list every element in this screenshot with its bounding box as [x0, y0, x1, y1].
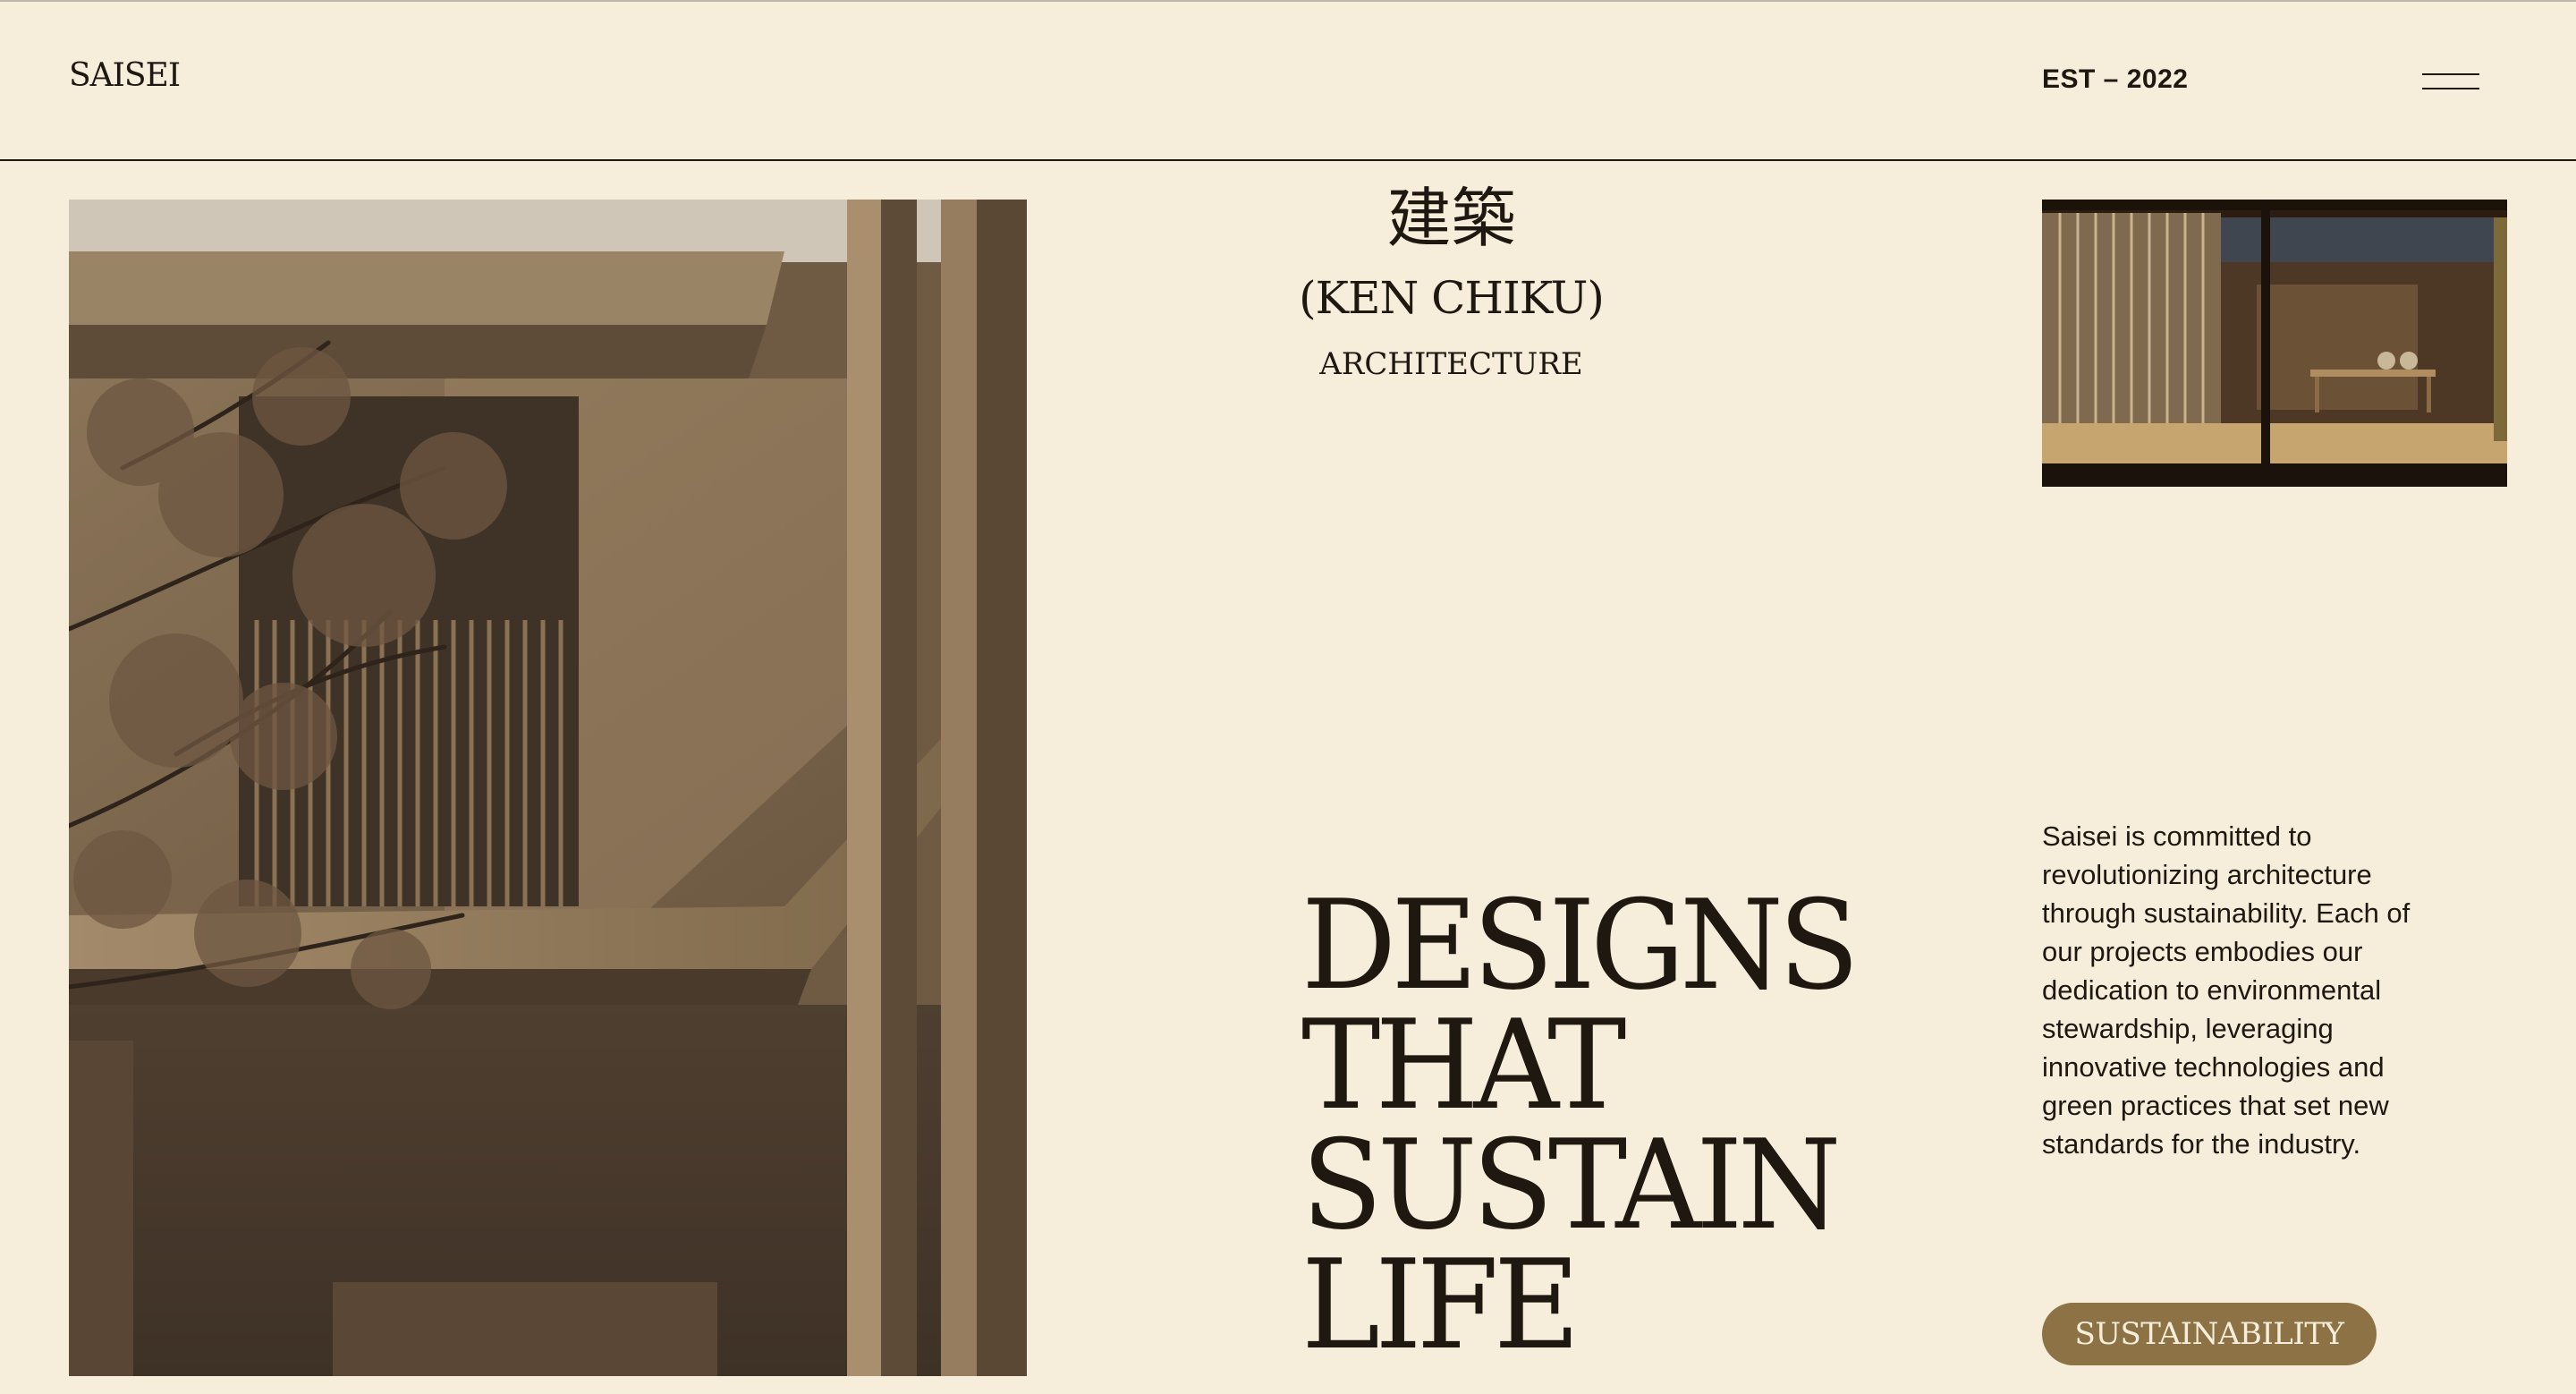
- japanese-title: 建築: [1386, 181, 1516, 256]
- hero-headline: DESIGNS THAT SUSTAIN LIFE: [1301, 873, 1919, 1377]
- romaji-title: (KEN CHIKU): [1299, 272, 1605, 324]
- established-label: EST – 2022: [2042, 64, 2189, 94]
- english-subtitle: ARCHITECTURE: [1319, 346, 1583, 382]
- headline-line: SUSTAIN: [1301, 1113, 1842, 1257]
- hamburger-menu-icon[interactable]: [2422, 70, 2479, 93]
- interior-thumbnail-image: [2042, 200, 2507, 487]
- site-header: SAISEI EST – 2022: [0, 0, 2576, 161]
- headline-line: LIFE: [1301, 1233, 1580, 1377]
- sustainability-button[interactable]: SUSTAINABILITY: [2042, 1303, 2377, 1365]
- hero-building-image: [69, 200, 1027, 1376]
- headline-line: THAT: [1301, 993, 1626, 1137]
- headline-line: DESIGNS: [1301, 873, 1860, 1017]
- company-description: Saisei is committed to revolutionizing a…: [2042, 820, 2411, 1160]
- logo[interactable]: SAISEI: [69, 57, 181, 94]
